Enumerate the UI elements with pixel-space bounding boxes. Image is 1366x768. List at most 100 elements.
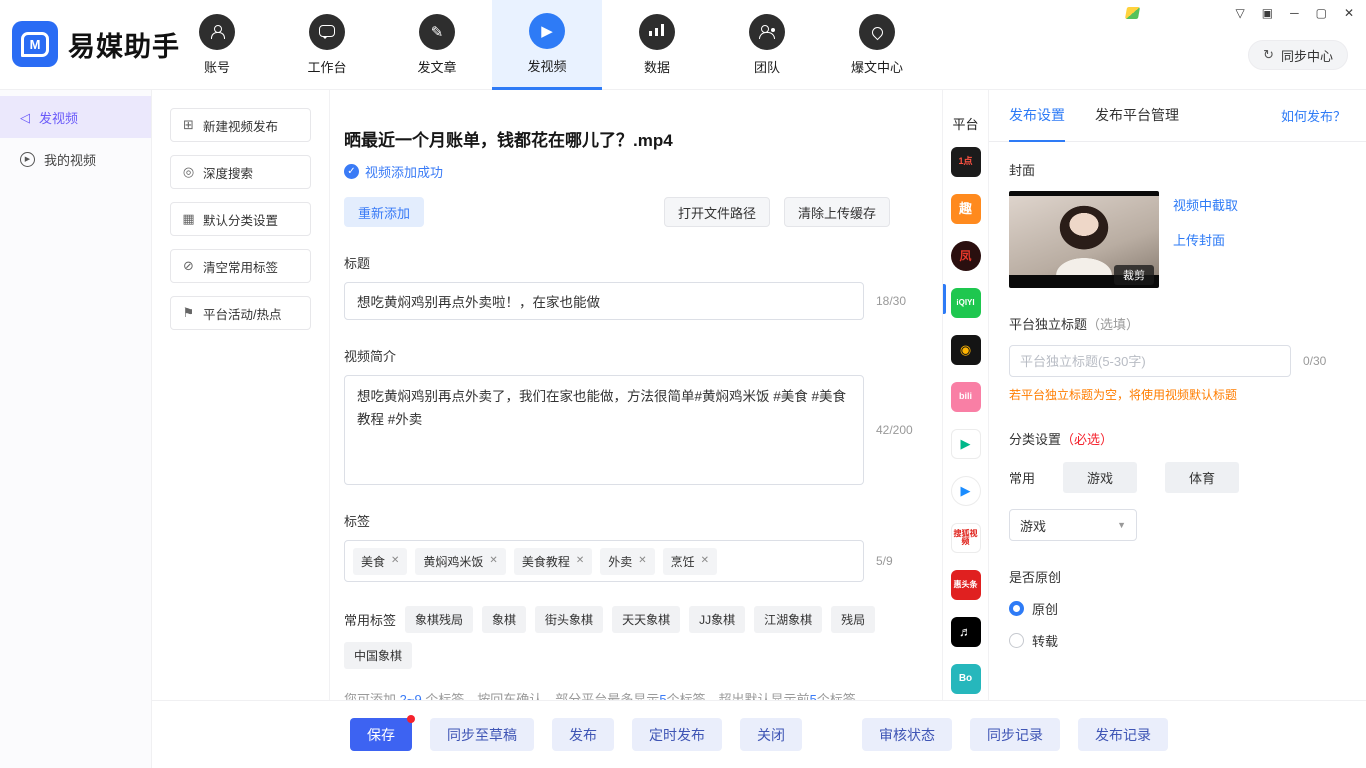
category-chip-sports[interactable]: 体育 xyxy=(1165,462,1239,493)
close-button[interactable]: ✕ xyxy=(1344,7,1354,19)
unsaved-badge xyxy=(407,715,415,723)
pencil-icon: ✎ xyxy=(419,14,455,50)
nav-team[interactable]: 团队 xyxy=(712,0,822,90)
publish-button[interactable]: 发布 xyxy=(552,718,614,751)
app-logo: M 易媒助手 xyxy=(12,21,180,67)
platform-icon-tencent-video[interactable]: ▶ xyxy=(951,476,981,506)
platform-activity-button[interactable]: ⚑ 平台活动/热点 xyxy=(170,296,311,330)
panel-tabs: 发布设置 发布平台管理 如何发布？ xyxy=(989,90,1366,142)
tag-chip[interactable]: 黄焖鸡米饭✕ xyxy=(415,548,505,575)
common-tag[interactable]: 街头象棋 xyxy=(535,606,603,633)
title-label: 标题 xyxy=(344,253,922,272)
nav-account[interactable]: 账号 xyxy=(162,0,272,90)
platform-icon-iqiyi[interactable]: iQIYI xyxy=(951,288,981,318)
check-icon: ✓ xyxy=(344,164,359,179)
extension-icon[interactable] xyxy=(1124,7,1139,19)
platform-icon-yidian[interactable]: 1点 xyxy=(951,147,981,177)
video-description-textarea[interactable]: 想吃黄焖鸡别再点外卖了，我们在家也能做，方法很简单#黄焖鸡米饭 #美食 #美食教… xyxy=(344,375,864,485)
independent-title-counter: 0/30 xyxy=(1303,354,1326,368)
platform-icon-huitoutiao[interactable]: 惠头条 xyxy=(951,570,981,600)
nav-data[interactable]: 数据 xyxy=(602,0,712,90)
platform-icon-haokan[interactable]: ▶ xyxy=(951,429,981,459)
remove-tag-icon[interactable]: ✕ xyxy=(489,556,497,566)
maximize-button[interactable]: ▢ xyxy=(1316,7,1327,19)
platform-icon-bobo[interactable]: Bo xyxy=(951,664,981,694)
capture-from-video-link[interactable]: 视频中截取 xyxy=(1173,195,1238,214)
deep-search-button[interactable]: ◎ 深度搜索 xyxy=(170,155,311,189)
radio-repost-control[interactable] xyxy=(1009,633,1024,648)
sync-to-draft-button[interactable]: 同步至草稿 xyxy=(430,718,534,751)
open-file-path-button[interactable]: 打开文件路径 xyxy=(664,197,770,227)
tags-input-box[interactable]: 美食✕ 黄焖鸡米饭✕ 美食教程 ✕ 外卖✕ 烹饪✕ xyxy=(344,540,864,582)
radio-original[interactable]: 原创 xyxy=(1009,599,1099,618)
sidebar-item-publish-video[interactable]: ◁ 发视频 xyxy=(0,96,151,138)
how-to-publish-link[interactable]: 如何发布？ xyxy=(1281,106,1346,125)
publish-records-button[interactable]: 发布记录 xyxy=(1078,718,1168,751)
platform-icon-bilibili[interactable]: bili xyxy=(951,382,981,412)
clear-upload-cache-button[interactable]: 清除上传缓存 xyxy=(784,197,890,227)
new-video-publish-button[interactable]: ⊞ 新建视频发布 xyxy=(170,108,311,142)
remove-tag-icon[interactable]: ✕ xyxy=(638,556,646,566)
review-status-button[interactable]: 审核状态 xyxy=(862,718,952,751)
panel-icon[interactable]: ▣ xyxy=(1262,7,1273,19)
flag-icon: ⚑ xyxy=(181,305,196,321)
nav-hot-center[interactable]: 爆文中心 xyxy=(822,0,932,90)
common-tag[interactable]: 江湖象棋 xyxy=(754,606,822,633)
video-title-input[interactable] xyxy=(344,282,864,320)
sync-records-button[interactable]: 同步记录 xyxy=(970,718,1060,751)
cover-thumbnail[interactable]: 裁剪 xyxy=(1009,191,1159,288)
upload-cover-link[interactable]: 上传封面 xyxy=(1173,230,1238,249)
common-tag[interactable]: 象棋残局 xyxy=(405,606,473,633)
sidebar-item-my-videos[interactable]: ▶ 我的视频 xyxy=(0,138,151,180)
readd-button[interactable]: 重新添加 xyxy=(344,197,424,227)
save-button[interactable]: 保存 xyxy=(350,718,412,751)
category-chip-game[interactable]: 游戏 xyxy=(1063,462,1137,493)
clear-common-tags-button[interactable]: ⊘ 清空常用标签 xyxy=(170,249,311,283)
independent-title-note: 若平台独立标题为空，将使用视频默认标题 xyxy=(1009,386,1346,403)
close-editor-button[interactable]: 关闭 xyxy=(740,718,802,751)
remove-tag-icon[interactable]: ✕ xyxy=(391,556,399,566)
common-tag[interactable]: 天天象棋 xyxy=(612,606,680,633)
remove-tag-icon[interactable]: ✕ xyxy=(701,556,709,566)
independent-title-input[interactable] xyxy=(1009,345,1291,377)
platform-icon-fenghuang[interactable]: 凤 xyxy=(951,241,981,271)
tags-counter: 5/9 xyxy=(876,554,893,568)
tab-publish-settings[interactable]: 发布设置 xyxy=(1009,90,1065,142)
nav-publish-video[interactable]: ▶ 发视频 xyxy=(492,0,602,90)
tag-chip[interactable]: 美食✕ xyxy=(353,548,407,575)
category-settings-label: 分类设置（必选） xyxy=(1009,429,1346,448)
platform-icon-douyin[interactable]: ♬ xyxy=(951,617,981,647)
common-tag[interactable]: 残局 xyxy=(831,606,875,633)
platform-icon-sohu-video[interactable]: 搜狐视频 xyxy=(951,523,981,553)
play-circle-icon: ▶ xyxy=(20,152,35,167)
upload-status: ✓ 视频添加成功 xyxy=(344,162,922,181)
crop-badge[interactable]: 裁剪 xyxy=(1114,265,1154,285)
tab-platform-management[interactable]: 发布平台管理 xyxy=(1095,90,1179,142)
common-tag[interactable]: JJ象棋 xyxy=(689,606,745,633)
tag-chip[interactable]: 烹饪✕ xyxy=(663,548,717,575)
deep-search-label: 深度搜索 xyxy=(203,163,253,182)
default-category-button[interactable]: ▦ 默认分类设置 xyxy=(170,202,311,236)
nav-workbench[interactable]: 工作台 xyxy=(272,0,382,90)
radio-repost[interactable]: 转载 xyxy=(1009,631,1099,650)
active-platform-indicator xyxy=(943,284,946,314)
scheduled-publish-button[interactable]: 定时发布 xyxy=(632,718,722,751)
remove-tag-icon[interactable]: ✕ xyxy=(576,556,584,566)
nav-publish-article[interactable]: ✎ 发文章 xyxy=(382,0,492,90)
filter-icon[interactable]: ▽ xyxy=(1236,7,1245,19)
radio-original-control[interactable] xyxy=(1009,601,1024,616)
tag-text: 美食教程 xyxy=(522,553,570,570)
platform-icon-qutoutiao[interactable]: 趣 xyxy=(951,194,981,224)
common-tag[interactable]: 中国象棋 xyxy=(344,642,412,669)
nav-data-label: 数据 xyxy=(644,57,670,76)
tag-chip[interactable]: 外卖✕ xyxy=(600,548,654,575)
tag-chip[interactable]: 美食教程 ✕ xyxy=(514,548,592,575)
category-select[interactable]: 游戏 ▼ xyxy=(1009,509,1137,541)
video-filename: 晒最近一个月账单，钱都花在哪儿了？.mp4 xyxy=(344,126,922,151)
minimize-button[interactable]: ─ xyxy=(1290,7,1299,19)
sync-center-button[interactable]: ↻ 同步中心 xyxy=(1248,40,1348,70)
description-char-counter: 42/200 xyxy=(876,423,913,437)
platform-icon-huya[interactable]: ◉ xyxy=(951,335,981,365)
tags-label: 标签 xyxy=(344,511,922,530)
common-tag[interactable]: 象棋 xyxy=(482,606,526,633)
